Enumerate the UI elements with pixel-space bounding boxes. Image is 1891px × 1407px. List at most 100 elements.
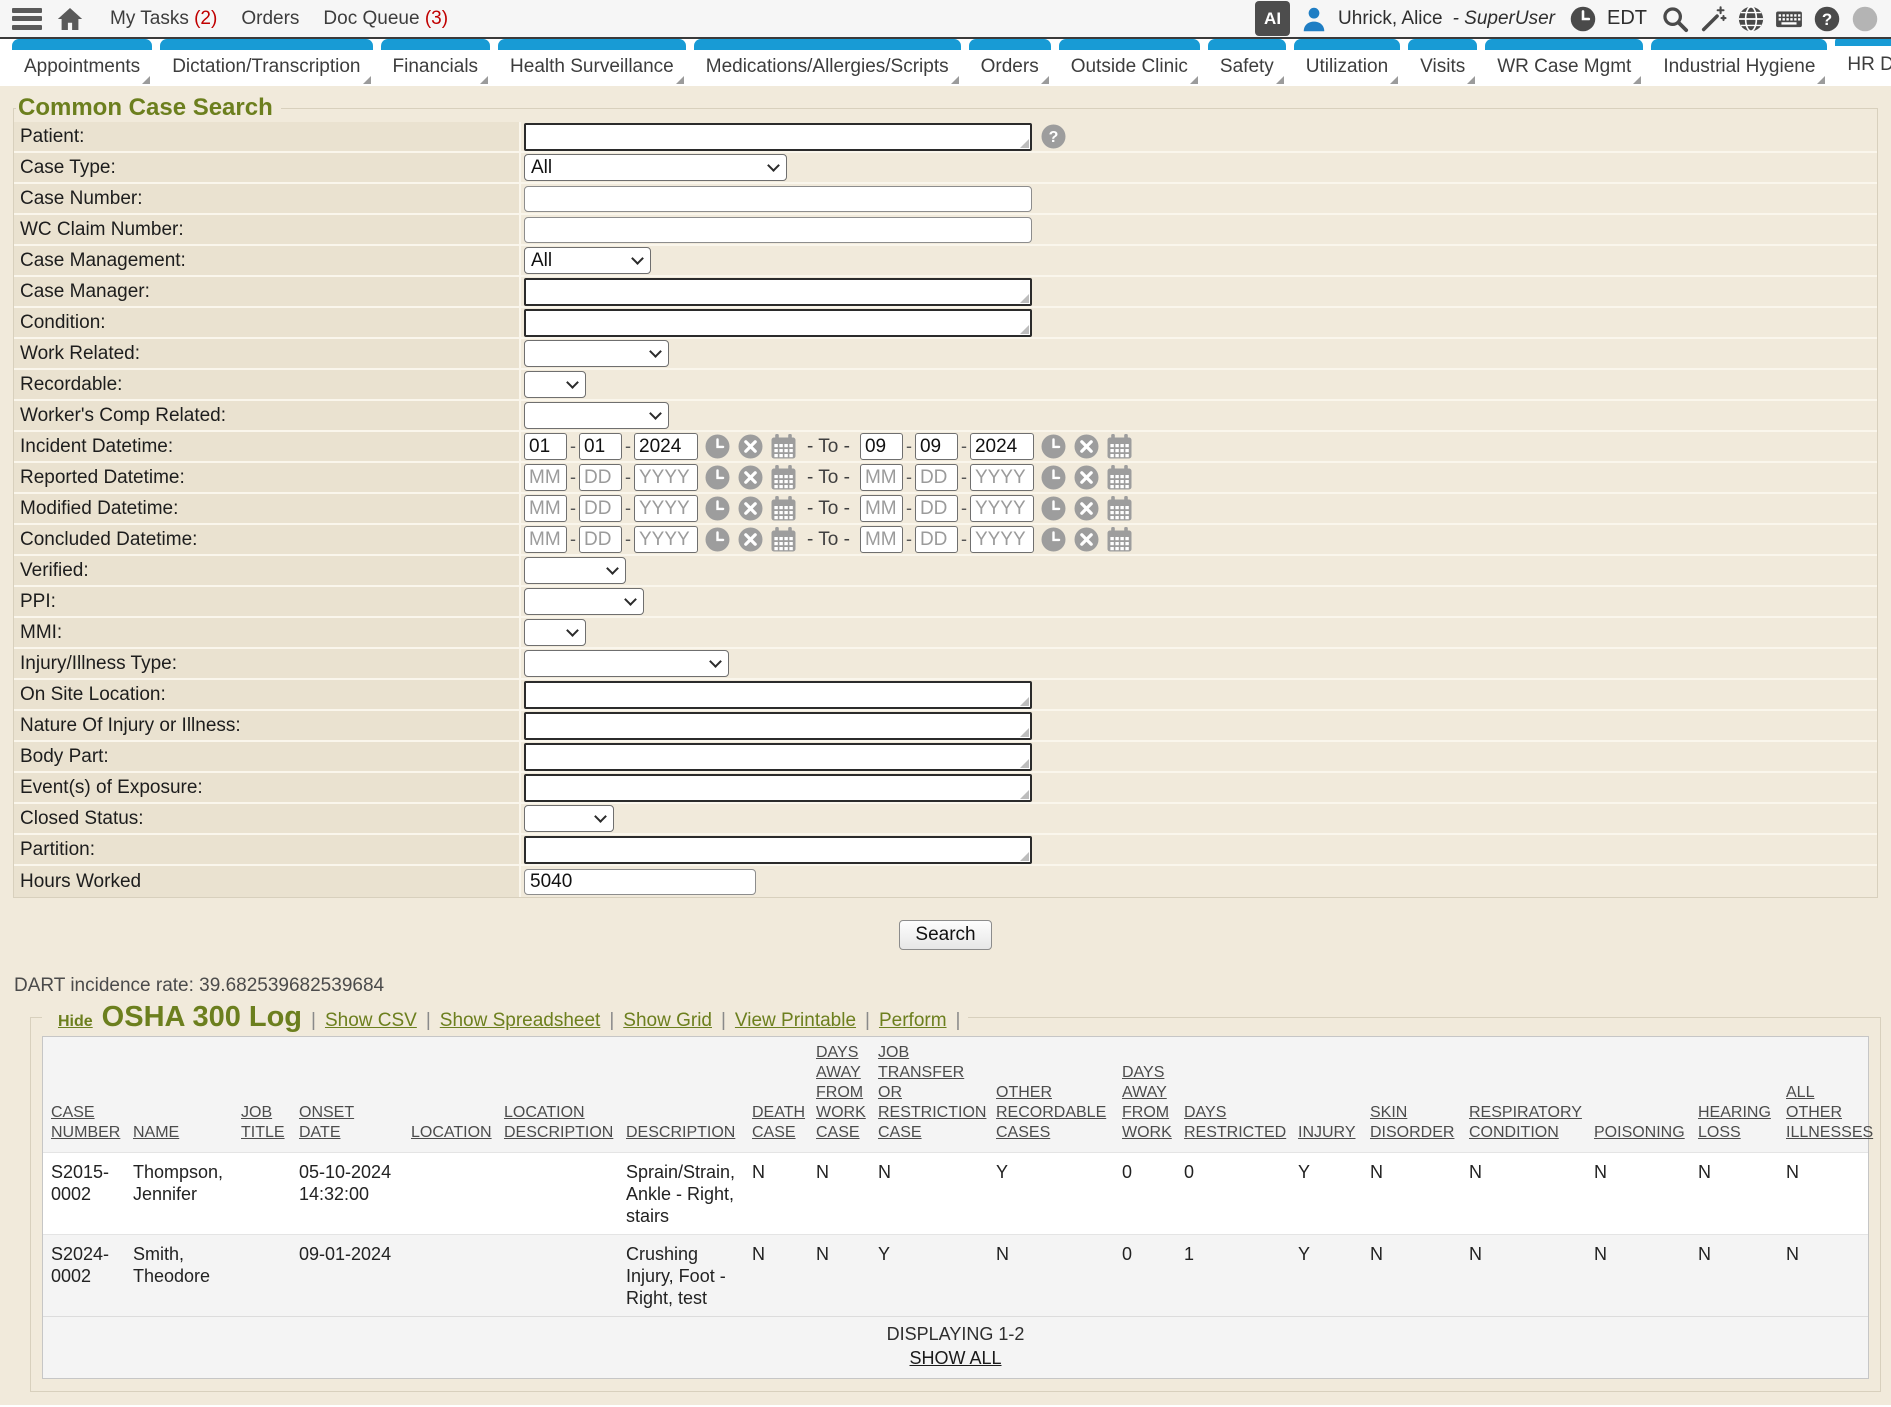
concluded-datetime-from-day-input[interactable] [579,526,622,553]
modified-datetime-to-year-input[interactable] [970,495,1034,522]
incident-datetime-from-day-input[interactable] [579,433,622,460]
clock-icon[interactable] [1040,495,1067,522]
clear-icon[interactable] [1073,526,1100,553]
worker-s-comp-related-select[interactable] [524,402,669,429]
tab-medications-allergies-scripts[interactable]: Medications/Allergies/Scripts [694,39,961,86]
body-part-textarea[interactable] [524,743,1032,771]
column-header-days-restricted[interactable]: DAYS RESTRICTED [1176,1037,1290,1153]
nature-of-injury-or-illness-textarea[interactable] [524,712,1032,740]
clock-icon[interactable] [704,433,731,460]
calendar-icon[interactable] [770,433,797,460]
clock-icon[interactable] [1040,526,1067,553]
column-header-job-title[interactable]: JOB TITLE [233,1037,291,1153]
tab-orders[interactable]: Orders [969,39,1051,86]
clock-icon[interactable] [704,526,731,553]
concluded-datetime-to-year-input[interactable] [970,526,1034,553]
verified-select[interactable] [524,557,626,584]
clock-icon[interactable] [704,495,731,522]
show-csv-link[interactable]: Show CSV [325,1010,417,1032]
hamburger-menu-icon[interactable] [12,8,42,30]
view-printable-link[interactable]: View Printable [735,1010,856,1032]
reported-datetime-from-month-input[interactable] [524,464,567,491]
reported-datetime-to-year-input[interactable] [970,464,1034,491]
concluded-datetime-from-month-input[interactable] [524,526,567,553]
column-header-days-away-from-work-case[interactable]: DAYS AWAY FROM WORK CASE [808,1037,870,1153]
case-type-select[interactable]: All [524,154,787,181]
incident-datetime-to-year-input[interactable] [970,433,1034,460]
search-icon[interactable] [1661,5,1689,33]
tab-health-surveillance[interactable]: Health Surveillance [498,39,686,86]
tab-visits[interactable]: Visits [1408,39,1477,86]
column-header-job-transfer-or-restriction-case[interactable]: JOB TRANSFER OR RESTRICTION CASE [870,1037,988,1153]
perform-link[interactable]: Perform [879,1010,947,1032]
event-s-of-exposure-textarea[interactable] [524,774,1032,802]
nav-orders[interactable]: Orders [241,8,299,30]
table-row[interactable]: S2015-0002Thompson, Jennifer05-10-2024 1… [43,1153,1868,1235]
tab-utilization[interactable]: Utilization [1294,39,1400,86]
partition-textarea[interactable] [524,836,1032,864]
column-header-injury[interactable]: INJURY [1290,1037,1362,1153]
hours-worked-input[interactable] [524,869,756,895]
incident-datetime-to-month-input[interactable] [860,433,903,460]
clock-icon[interactable] [1569,5,1597,33]
keyboard-icon[interactable] [1775,5,1803,33]
clear-icon[interactable] [737,495,764,522]
column-header-poisoning[interactable]: POISONING [1586,1037,1690,1153]
on-site-location-textarea[interactable] [524,681,1032,709]
clear-icon[interactable] [1073,464,1100,491]
nav-doc-queue[interactable]: Doc Queue (3) [323,8,448,30]
case-management-select[interactable]: All [524,247,651,274]
clear-icon[interactable] [1073,495,1100,522]
column-header-description[interactable]: DESCRIPTION [618,1037,744,1153]
modified-datetime-from-month-input[interactable] [524,495,567,522]
tab-outside-clinic[interactable]: Outside Clinic [1059,39,1200,86]
modified-datetime-from-year-input[interactable] [634,495,698,522]
hide-link[interactable]: Hide [58,1013,93,1031]
work-related-select[interactable] [524,340,669,367]
injury-illness-type-select[interactable] [524,650,729,677]
tab-safety[interactable]: Safety [1208,39,1286,86]
column-header-other-recordable-cases[interactable]: OTHER RECORDABLE CASES [988,1037,1114,1153]
calendar-icon[interactable] [770,464,797,491]
modified-datetime-to-day-input[interactable] [915,495,958,522]
modified-datetime-to-month-input[interactable] [860,495,903,522]
condition-textarea[interactable] [524,309,1032,337]
patient-textarea[interactable] [524,123,1032,151]
clear-icon[interactable] [737,433,764,460]
table-row[interactable]: S2024-0002Smith, Theodore09-01-2024Crush… [43,1234,1868,1315]
incident-datetime-from-month-input[interactable] [524,433,567,460]
column-header-all-other-illnesses[interactable]: ALL OTHER ILLNESSES [1778,1037,1868,1153]
tab-hr-data-feed[interactable]: HR Data Feed [1835,39,1891,86]
case-number-input[interactable] [524,186,1032,212]
column-header-onset-date[interactable]: ONSET DATE [291,1037,403,1153]
tab-financials[interactable]: Financials [381,39,491,86]
column-header-location-description[interactable]: LOCATION DESCRIPTION [496,1037,618,1153]
wc-claim-number-input[interactable] [524,217,1032,243]
calendar-icon[interactable] [1106,495,1133,522]
globe-icon[interactable] [1737,5,1765,33]
calendar-icon[interactable] [1106,464,1133,491]
clear-icon[interactable] [737,464,764,491]
help-icon[interactable]: ? [1040,123,1067,150]
column-header-death-case[interactable]: DEATH CASE [744,1037,808,1153]
column-header-location[interactable]: LOCATION [403,1037,496,1153]
reported-datetime-from-day-input[interactable] [579,464,622,491]
calendar-icon[interactable] [770,495,797,522]
column-header-hearing-loss[interactable]: HEARING LOSS [1690,1037,1778,1153]
case-manager-textarea[interactable] [524,278,1032,306]
tab-industrial-hygiene[interactable]: Industrial Hygiene [1651,39,1827,86]
clear-icon[interactable] [1073,433,1100,460]
mmi-select[interactable] [524,619,586,646]
calendar-icon[interactable] [1106,526,1133,553]
incident-datetime-from-year-input[interactable] [634,433,698,460]
reported-datetime-to-month-input[interactable] [860,464,903,491]
show-grid-link[interactable]: Show Grid [623,1010,712,1032]
search-button[interactable]: Search [899,920,991,950]
column-header-skin-disorder[interactable]: SKIN DISORDER [1362,1037,1461,1153]
tab-appointments[interactable]: Appointments [12,39,152,86]
show-all-link[interactable]: SHOW ALL [909,1348,1001,1369]
tab-dictation-transcription[interactable]: Dictation/Transcription [160,39,372,86]
calendar-icon[interactable] [770,526,797,553]
show-spreadsheet-link[interactable]: Show Spreadsheet [440,1010,601,1032]
column-header-days-away-from-work[interactable]: DAYS AWAY FROM WORK [1114,1037,1176,1153]
